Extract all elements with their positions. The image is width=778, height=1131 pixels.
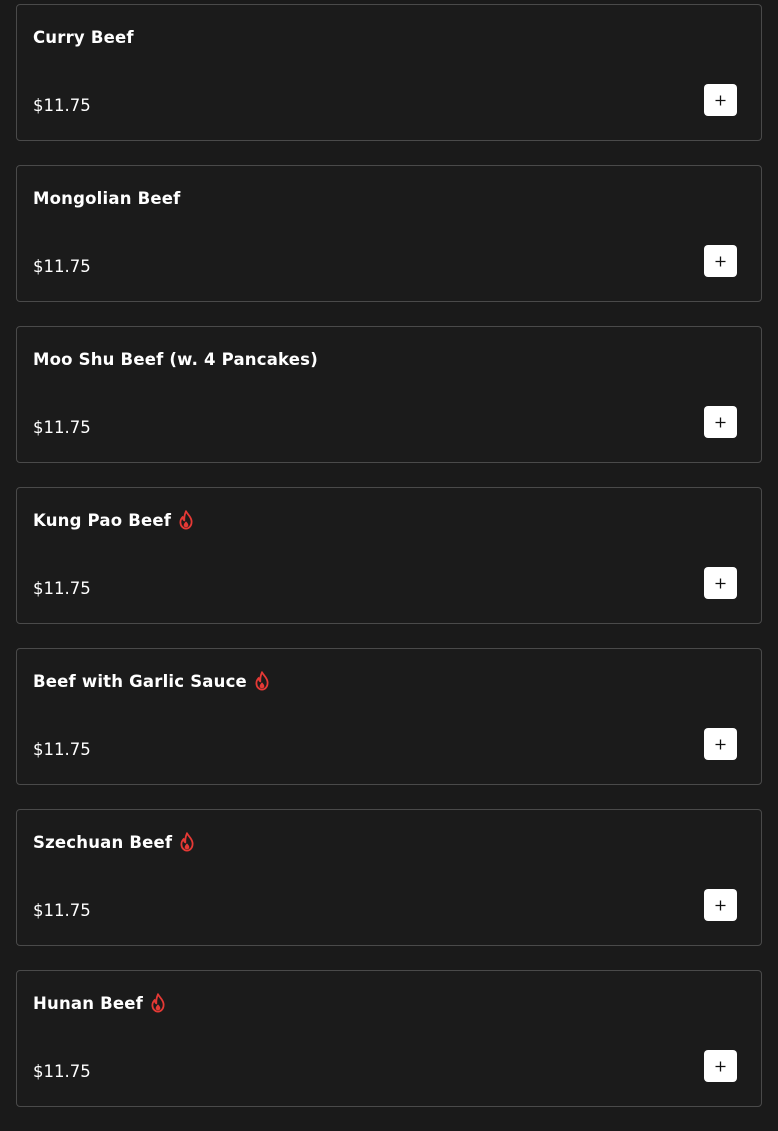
menu-item-card[interactable]: Hunan Beef $11.75 — [16, 970, 762, 1107]
item-price: $11.75 — [33, 1062, 91, 1081]
plus-icon — [715, 578, 726, 588]
spicy-flame-icon — [254, 671, 270, 691]
add-to-cart-button[interactable] — [704, 889, 737, 921]
add-to-cart-button[interactable] — [704, 84, 737, 116]
item-name: Kung Pao Beef — [33, 510, 172, 530]
item-price: $11.75 — [33, 579, 91, 598]
plus-icon — [715, 739, 726, 749]
item-price: $11.75 — [33, 96, 91, 115]
add-to-cart-button[interactable] — [704, 406, 737, 438]
spicy-flame-icon — [178, 510, 194, 530]
item-price: $11.75 — [33, 257, 91, 276]
add-to-cart-button[interactable] — [704, 245, 737, 277]
plus-icon — [715, 1061, 726, 1071]
item-name: Szechuan Beef — [33, 832, 173, 852]
item-name: Beef with Garlic Sauce — [33, 671, 247, 691]
item-name: Curry Beef — [33, 27, 134, 47]
menu-item-card[interactable]: Beef with Garlic Sauce $11.75 — [16, 648, 762, 785]
item-price: $11.75 — [33, 418, 91, 437]
item-name-row: Szechuan Beef — [33, 830, 195, 854]
add-to-cart-button[interactable] — [704, 1050, 737, 1082]
add-to-cart-button[interactable] — [704, 567, 737, 599]
item-name: Mongolian Beef — [33, 188, 181, 208]
menu-item-card[interactable]: Mongolian Beef $11.75 — [16, 165, 762, 302]
menu-item-card[interactable]: Curry Beef $11.75 — [16, 4, 762, 141]
menu-item-card[interactable]: Kung Pao Beef $11.75 — [16, 487, 762, 624]
item-name: Moo Shu Beef (w. 4 Pancakes) — [33, 349, 318, 369]
plus-icon — [715, 417, 726, 427]
plus-icon — [715, 900, 726, 910]
item-name-row: Mongolian Beef — [33, 186, 181, 210]
item-name-row: Beef with Garlic Sauce — [33, 669, 270, 693]
spicy-flame-icon — [150, 993, 166, 1013]
item-name-row: Kung Pao Beef — [33, 508, 194, 532]
plus-icon — [715, 256, 726, 266]
add-to-cart-button[interactable] — [704, 728, 737, 760]
item-price: $11.75 — [33, 740, 91, 759]
item-name-row: Hunan Beef — [33, 991, 166, 1015]
item-name: Hunan Beef — [33, 993, 144, 1013]
plus-icon — [715, 95, 726, 105]
menu-item-card[interactable]: Szechuan Beef $11.75 — [16, 809, 762, 946]
spicy-flame-icon — [179, 832, 195, 852]
item-name-row: Curry Beef — [33, 25, 134, 49]
item-name-row: Moo Shu Beef (w. 4 Pancakes) — [33, 347, 318, 371]
item-price: $11.75 — [33, 901, 91, 920]
menu-item-list: Curry Beef $11.75 Mongolian Beef $11.75 … — [16, 4, 762, 1131]
menu-item-card[interactable]: Moo Shu Beef (w. 4 Pancakes) $11.75 — [16, 326, 762, 463]
